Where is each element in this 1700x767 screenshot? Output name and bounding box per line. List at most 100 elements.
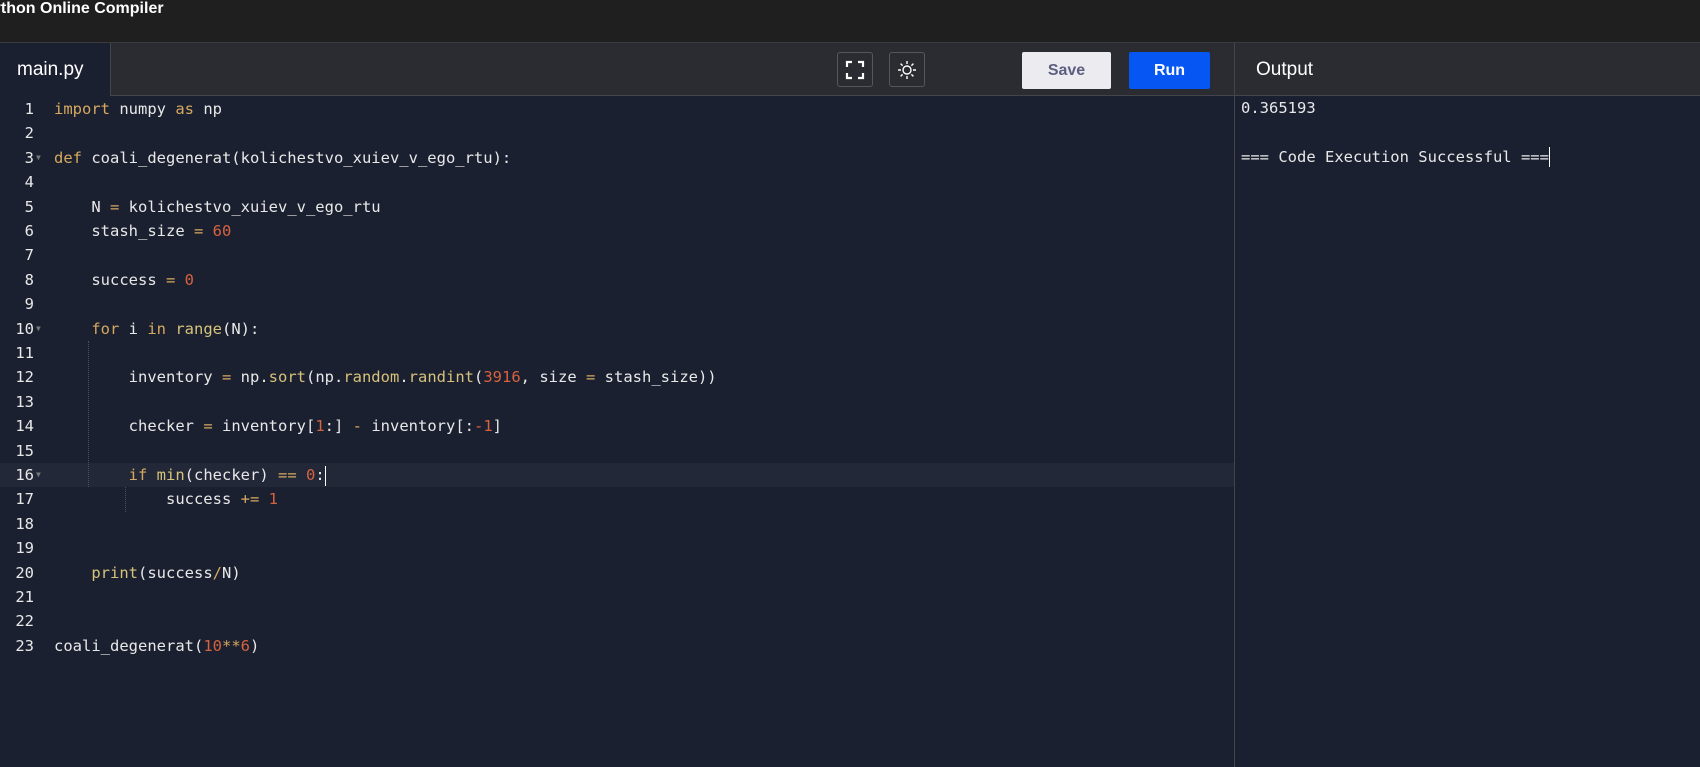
code-token: in bbox=[147, 319, 166, 338]
text-cursor bbox=[324, 465, 326, 486]
code-token: 0 bbox=[184, 270, 195, 289]
code-token: ) bbox=[250, 636, 260, 655]
code-token: (success bbox=[138, 563, 213, 582]
code-text: N = kolichestvo_xuiev_v_ego_rtu bbox=[54, 195, 380, 219]
code-token: if bbox=[128, 466, 148, 484]
code-token: coali_degenerat( bbox=[54, 636, 204, 655]
code-token: inventory[: bbox=[362, 417, 474, 436]
code-text: inventory = np.sort(np.random.randint(39… bbox=[54, 365, 717, 389]
code-line[interactable]: 20 print(success/N) bbox=[0, 561, 1234, 585]
code-text: print(success/N) bbox=[54, 561, 240, 585]
code-token: np bbox=[194, 100, 222, 118]
code-text: success = 0 bbox=[54, 268, 194, 292]
code-text: def coali_degenerat(kolichestvo_xuiev_v_… bbox=[54, 146, 511, 170]
code-line[interactable]: 10 ▼ for i in range(N): bbox=[0, 317, 1234, 341]
code-editor[interactable]: 1 import numpy as np 2 3 ▼ def coali_degenera… bbox=[0, 96, 1234, 767]
code-line[interactable]: 9 bbox=[0, 292, 1234, 316]
line-number: 12 bbox=[15, 368, 34, 387]
code-text: stash_size = 60 bbox=[54, 219, 231, 243]
code-token: np. bbox=[231, 368, 269, 387]
code-token: 0 bbox=[306, 466, 316, 484]
code-token: randint bbox=[408, 368, 474, 387]
line-number: 6 bbox=[24, 222, 34, 240]
code-line[interactable]: 4 bbox=[0, 170, 1234, 194]
app-title: ython Online Compiler bbox=[0, 0, 164, 17]
code-line[interactable]: 15 bbox=[0, 439, 1234, 463]
code-line[interactable]: 21 bbox=[0, 585, 1234, 609]
code-token: checker bbox=[54, 417, 204, 436]
panel-divider[interactable] bbox=[1234, 43, 1235, 767]
run-button[interactable]: Run bbox=[1129, 52, 1210, 89]
indent-guide bbox=[88, 341, 89, 488]
fold-arrow-icon[interactable]: ▼ bbox=[36, 146, 41, 170]
code-line[interactable]: 1 import numpy as np bbox=[0, 97, 1234, 121]
code-token: stash_size)) bbox=[595, 368, 717, 387]
line-number: 11 bbox=[15, 344, 34, 362]
code-token: == bbox=[278, 466, 297, 484]
code-line[interactable]: 13 bbox=[0, 390, 1234, 414]
theme-toggle-button[interactable] bbox=[889, 52, 925, 87]
code-line[interactable]: 23 coali_degenerat(10**6) bbox=[0, 634, 1234, 658]
code-line[interactable]: 7 bbox=[0, 243, 1234, 267]
code-token: inventory bbox=[54, 368, 222, 387]
tab-main-py[interactable]: main.py bbox=[0, 43, 111, 96]
code-line[interactable]: 6 stash_size = 60 bbox=[0, 219, 1234, 243]
code-line[interactable]: 8 success = 0 bbox=[0, 268, 1234, 292]
code-line[interactable]: 17 success += 1 bbox=[0, 487, 1234, 511]
code-line[interactable]: 18 bbox=[0, 512, 1234, 536]
code-token: / bbox=[212, 563, 222, 582]
fold-arrow-icon[interactable]: ▼ bbox=[36, 317, 41, 341]
code-token: 1 bbox=[315, 417, 325, 436]
sun-icon bbox=[898, 60, 916, 79]
output-text: 0.365193 bbox=[1241, 99, 1316, 117]
code-token: as bbox=[175, 100, 194, 118]
fold-arrow-icon[interactable]: ▼ bbox=[36, 463, 41, 487]
code-line[interactable]: 3 ▼ def coali_degenerat(kolichestvo_xuiev_… bbox=[0, 146, 1234, 170]
line-number: 15 bbox=[15, 441, 34, 460]
code-token: print bbox=[91, 563, 138, 582]
code-token: sort bbox=[268, 368, 306, 387]
code-line[interactable]: 12 inventory = np.sort(np.random.randint… bbox=[0, 365, 1234, 389]
save-button[interactable]: Save bbox=[1022, 52, 1111, 89]
output-panel: 0.365193 === Code Execution Successful ==… bbox=[1241, 96, 1550, 169]
text-cursor bbox=[1548, 147, 1550, 168]
code-token: = bbox=[193, 222, 204, 240]
code-line[interactable]: 19 bbox=[0, 536, 1234, 560]
code-token: import bbox=[54, 100, 110, 118]
code-line[interactable]: 5 N = kolichestvo_xuiev_v_ego_rtu bbox=[0, 195, 1234, 219]
line-number: 3 bbox=[24, 148, 34, 167]
code-line[interactable]: 11 bbox=[0, 341, 1234, 365]
code-token: 6 bbox=[240, 636, 250, 655]
code-token: . bbox=[399, 368, 409, 387]
code-token: N bbox=[54, 197, 110, 216]
fullscreen-button[interactable] bbox=[837, 52, 873, 87]
code-token: , size bbox=[520, 368, 586, 387]
code-line[interactable]: 14 checker = inventory[1:] - inventory[:… bbox=[0, 414, 1234, 438]
code-token: (checker) bbox=[184, 466, 278, 484]
code-line[interactable]: 2 bbox=[0, 121, 1234, 145]
line-number: 23 bbox=[15, 636, 34, 655]
code-token: = bbox=[165, 270, 176, 289]
line-number: 13 bbox=[15, 392, 34, 411]
code-token: range bbox=[175, 319, 223, 338]
line-number: 10 bbox=[15, 319, 34, 338]
code-token: ] bbox=[492, 417, 502, 436]
code-line[interactable]: 22 bbox=[0, 609, 1234, 633]
code-token: ( bbox=[473, 368, 484, 387]
code-token: min bbox=[156, 466, 185, 484]
code-token: coali_degenerat(kolichestvo_xuiev_v_ego_… bbox=[82, 148, 512, 167]
fullscreen-icon bbox=[845, 60, 865, 79]
code-line[interactable]: 16 ▼ if min(checker) == 0: bbox=[0, 463, 1234, 488]
indent-guide bbox=[125, 487, 126, 512]
line-number: 22 bbox=[15, 612, 34, 631]
line-number: 4 bbox=[24, 173, 34, 192]
code-token: inventory[ bbox=[212, 417, 316, 436]
code-token: = bbox=[203, 417, 213, 436]
code-token: success bbox=[54, 270, 166, 289]
